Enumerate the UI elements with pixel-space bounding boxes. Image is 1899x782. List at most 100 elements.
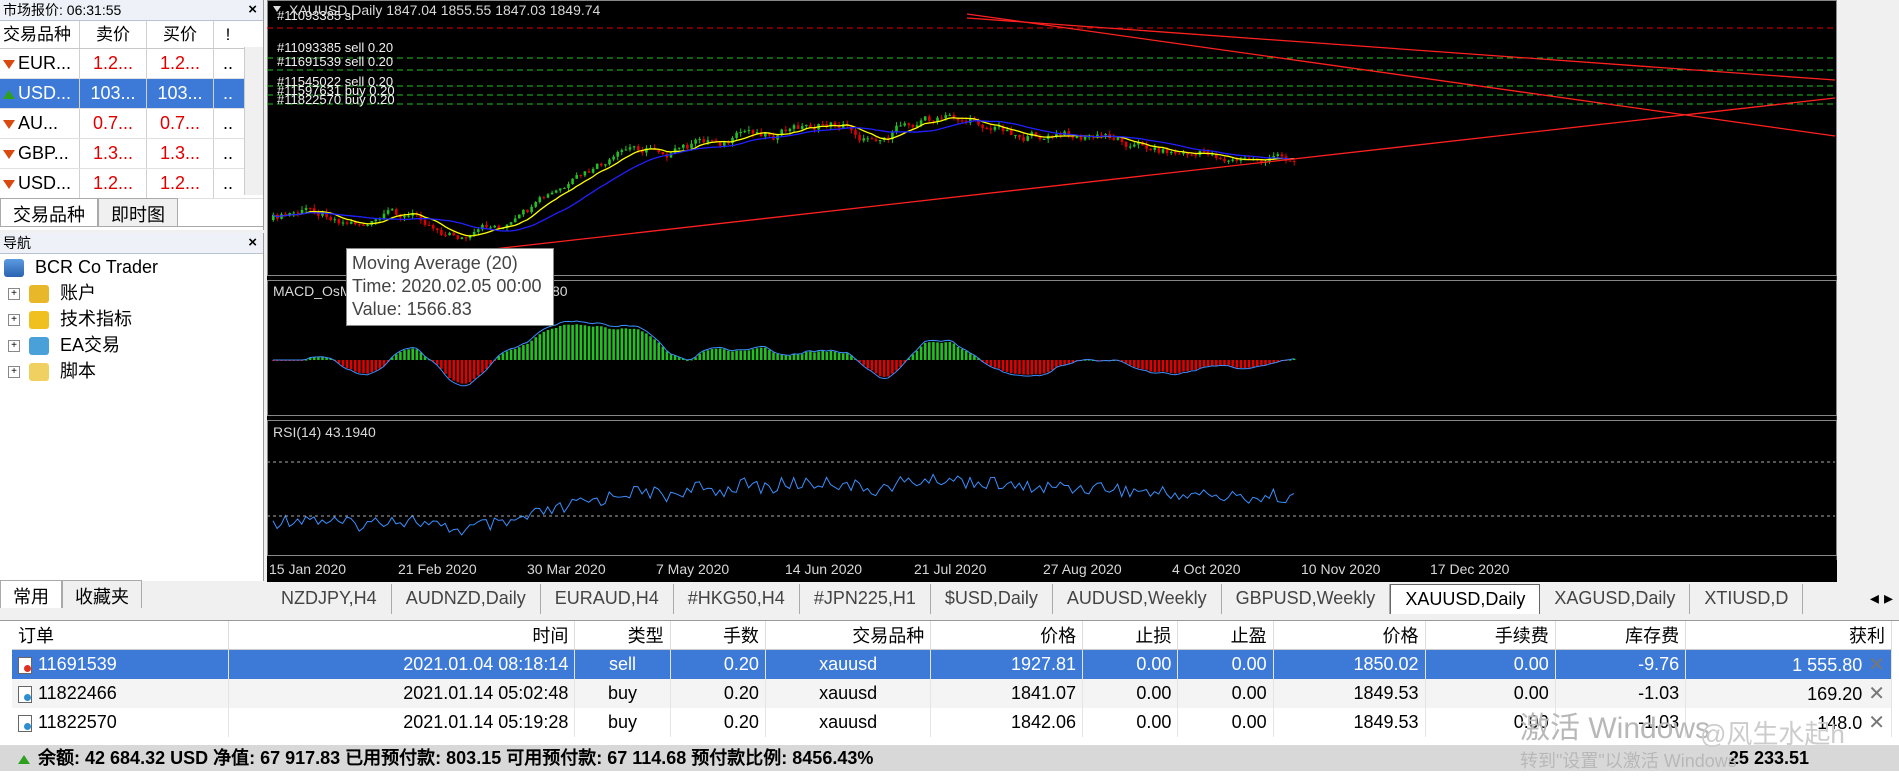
macd-bar: [444, 360, 447, 374]
tab-scroll-arrows[interactable]: ◂ ▸: [1864, 584, 1899, 614]
tab-tick-chart[interactable]: 即时图: [98, 198, 178, 226]
candle-body: [382, 213, 386, 219]
tab-symbols[interactable]: 交易品种: [0, 198, 98, 226]
profit-value: 1 555.80: [1792, 655, 1863, 675]
market-watch-row[interactable]: GBP... 1.3... 1.3... ..: [0, 139, 263, 169]
chart-tab[interactable]: GBPUSD,Weekly: [1222, 584, 1391, 614]
symbol-text: GBP...: [18, 143, 69, 163]
column-header[interactable]: 止盈: [1177, 621, 1274, 650]
column-header[interactable]: 获利: [1685, 621, 1892, 650]
candle-body: [677, 147, 681, 149]
candle-body: [1075, 136, 1079, 138]
col-bid[interactable]: 卖价: [80, 21, 147, 48]
column-header[interactable]: 手数: [670, 621, 766, 650]
macd-bar: [378, 360, 382, 369]
ask-cell: 103...: [147, 79, 214, 108]
close-order-icon[interactable]: ✕: [1868, 654, 1885, 676]
chart-tab[interactable]: #HKG50,H4: [674, 584, 800, 614]
tab-favorites[interactable]: 收藏夹: [62, 580, 142, 608]
chart-tab[interactable]: XTIUSD,D: [1690, 584, 1804, 614]
price-chart[interactable]: #11093385 sl #11093385 sell 0.20 #11691539…: [267, 0, 1898, 582]
candle-body: [554, 190, 558, 193]
macd-bar: [940, 342, 943, 360]
macd-bar: [932, 342, 935, 360]
expand-icon[interactable]: +: [8, 366, 20, 379]
candle-body: [567, 184, 570, 188]
expand-icon[interactable]: +: [8, 340, 20, 353]
tab-common[interactable]: 常用: [0, 580, 62, 608]
candle-body: [928, 116, 931, 121]
macd-bar: [645, 333, 648, 360]
column-header[interactable]: 价格: [1273, 621, 1426, 650]
macd-bar: [1268, 360, 1271, 364]
macd-bar: [1059, 360, 1062, 366]
candle-body: [1178, 153, 1181, 155]
candle-body: [739, 132, 742, 134]
close-order-icon[interactable]: ✕: [1868, 712, 1885, 734]
candle-body: [423, 220, 427, 225]
table-cell: 0.00: [1082, 708, 1179, 737]
column-header[interactable]: 手续费: [1425, 621, 1556, 650]
candle-body: [341, 222, 345, 224]
nav-item-scripts[interactable]: + 脚本: [0, 358, 263, 384]
macd-bar: [665, 351, 669, 360]
expand-icon[interactable]: +: [8, 314, 20, 327]
expand-icon[interactable]: +: [8, 288, 20, 301]
col-extra[interactable]: !: [214, 21, 242, 48]
profit-value: 169.20: [1807, 684, 1863, 704]
column-header[interactable]: 交易品种: [765, 621, 932, 650]
macd-bar: [727, 350, 730, 360]
col-ask[interactable]: 买价: [147, 21, 214, 48]
symbol-cell: USD...: [0, 79, 80, 108]
balance-text: 余额: 42 684.32 USD 净值: 67 917.83 已用预付款: 8…: [38, 748, 874, 768]
candle-body: [690, 143, 693, 149]
column-header[interactable]: 类型: [574, 621, 671, 650]
candle-body: [1022, 137, 1025, 141]
col-symbol[interactable]: 交易品种: [0, 21, 80, 48]
column-header[interactable]: 止损: [1082, 621, 1179, 650]
macd-bar: [1178, 360, 1181, 373]
candle-body: [546, 194, 550, 198]
candle-body: [1165, 149, 1169, 154]
chart-tab[interactable]: AUDUSD,Weekly: [1053, 584, 1222, 614]
nav-item-indicators[interactable]: + 技术指标: [0, 306, 263, 332]
close-order-icon[interactable]: ✕: [1868, 683, 1885, 705]
market-watch-row[interactable]: USD... 1.2... 1.2... ..: [0, 169, 263, 199]
macd-bar: [866, 360, 870, 369]
macd-bar: [817, 351, 820, 360]
table-row[interactable]: 11691539 2021.01.04 08:18:14 sell 0.20 xauus…: [12, 649, 1892, 679]
chart-tab[interactable]: AUDNZD,Daily: [392, 584, 541, 614]
macd-label: MACD_OsM: [273, 283, 352, 299]
market-watch-row[interactable]: USD... 103... 103... ..: [0, 79, 263, 109]
macd-bar: [997, 360, 1001, 369]
chart-tab[interactable]: EURAUD,H4: [541, 584, 674, 614]
nav-item-expert-advisors[interactable]: + EA交易: [0, 332, 263, 358]
table-cell: xauusd: [765, 679, 932, 708]
column-header[interactable]: 价格: [930, 621, 1084, 650]
candle-body: [440, 230, 443, 235]
macd-bar: [1149, 360, 1152, 372]
chart-tab[interactable]: XAUUSD,Daily: [1390, 584, 1541, 614]
market-watch-scrollbar[interactable]: [244, 47, 263, 195]
chart-tab[interactable]: NZDJPY,H4: [267, 584, 392, 614]
column-header[interactable]: 订单: [12, 621, 229, 650]
table-cell: 0.00: [1082, 679, 1179, 708]
column-header[interactable]: 时间: [228, 621, 576, 650]
chart-tab[interactable]: $USD,Daily: [931, 584, 1053, 614]
close-icon[interactable]: ×: [248, 0, 257, 20]
close-icon[interactable]: ×: [248, 233, 257, 253]
candle-body: [1014, 134, 1017, 136]
chart-header: XAUUSD,Daily 1847.04 1855.55 1847.03 184…: [289, 2, 601, 18]
chart-tab[interactable]: #JPN225,H1: [800, 584, 931, 614]
market-watch-row[interactable]: EUR... 1.2... 1.2... ..: [0, 49, 263, 79]
macd-bar: [341, 360, 345, 367]
activation-watermark: 激活 Windows: [1520, 712, 1711, 745]
market-watch-row[interactable]: AU... 0.7... 0.7... ..: [0, 109, 263, 139]
macd-bar: [755, 348, 759, 360]
chart-tab[interactable]: XAGUSD,Daily: [1540, 584, 1691, 614]
macd-bar: [530, 340, 533, 360]
column-header[interactable]: 库存费: [1555, 621, 1687, 650]
candle-body: [833, 122, 837, 126]
nav-item-accounts[interactable]: + 账户: [0, 280, 263, 306]
nav-root[interactable]: BCR Co Trader: [0, 254, 263, 280]
